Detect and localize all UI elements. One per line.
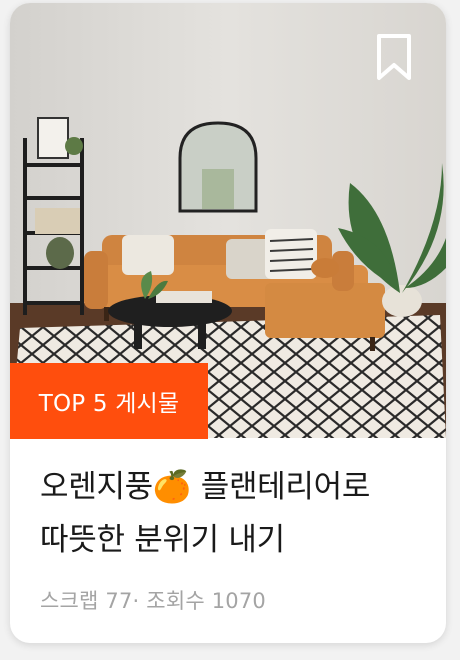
post-title[interactable]: 오렌지풍🍊 플랜테리어로 따뜻한 분위기 내기	[40, 461, 435, 567]
post-title-line-2: 따뜻한 분위기 내기	[40, 522, 285, 558]
post-stats: 스크랩 77· 조회수 1070	[40, 589, 266, 613]
bookmark-icon[interactable]	[376, 33, 412, 81]
top-post-badge: TOP 5 게시물	[10, 363, 208, 439]
post-card[interactable]: TOP 5 게시물 오렌지풍🍊 플랜테리어로 따뜻한 분위기 내기 스크랩 77…	[10, 3, 446, 643]
post-title-line-1: 오렌지풍🍊 플랜테리어로	[40, 469, 371, 505]
